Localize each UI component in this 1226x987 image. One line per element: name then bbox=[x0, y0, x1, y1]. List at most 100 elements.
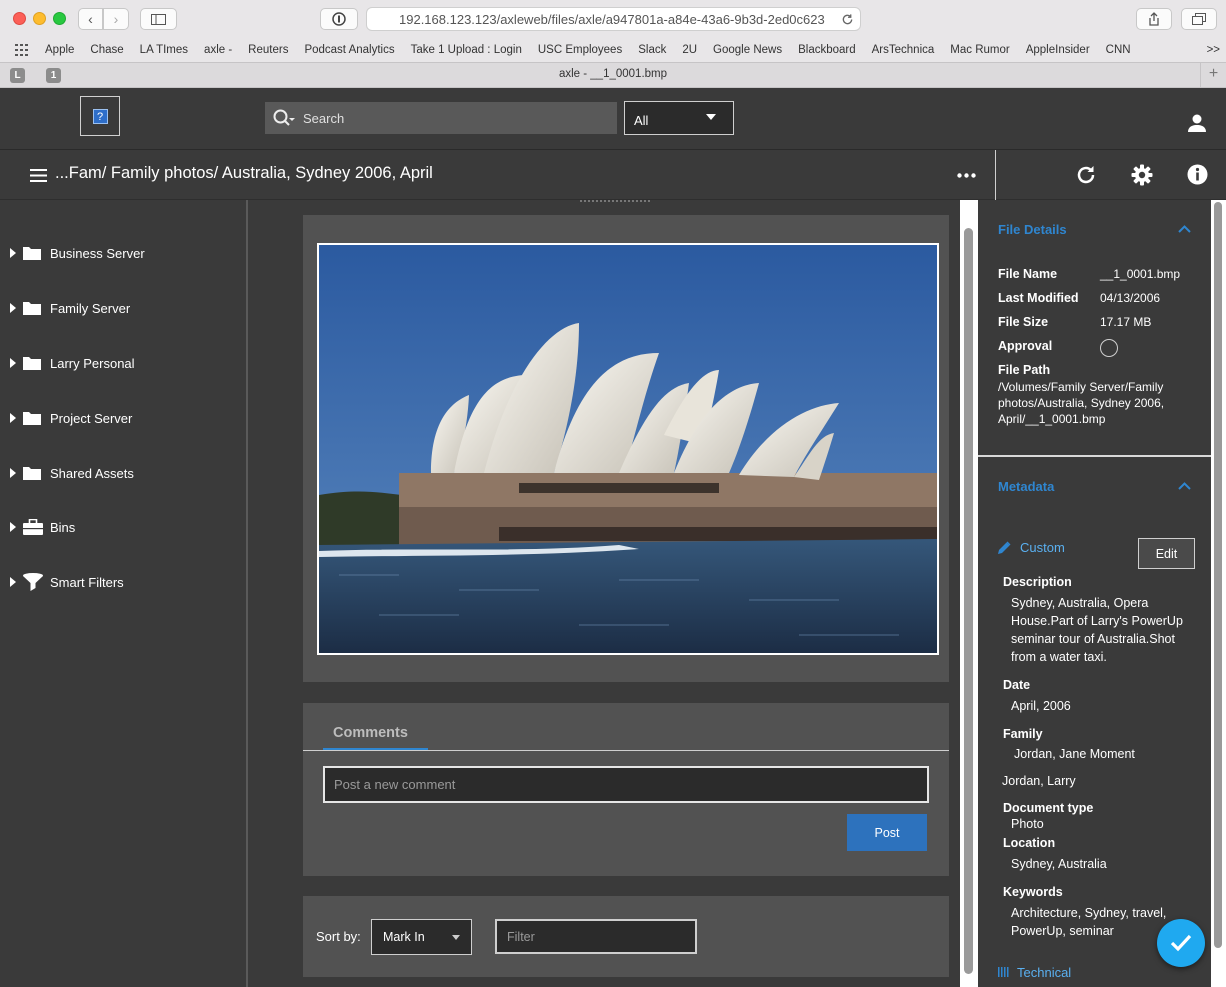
comment-input[interactable]: Post a new comment bbox=[323, 766, 929, 803]
sidebar: Business Server Family Server Larry Pers… bbox=[0, 200, 248, 987]
bookmark-2u[interactable]: 2U bbox=[682, 44, 697, 56]
bookmark-blackboard[interactable]: Blackboard bbox=[798, 44, 856, 56]
sidebar-item-family-server[interactable]: Family Server bbox=[0, 296, 240, 320]
grid-icon[interactable] bbox=[15, 44, 31, 56]
minimize-window-button[interactable] bbox=[33, 12, 46, 25]
expand-caret-icon[interactable] bbox=[10, 303, 16, 313]
metadata-title[interactable]: Metadata bbox=[998, 479, 1054, 494]
bookmark-slack[interactable]: Slack bbox=[638, 44, 666, 56]
sidebar-item-bins[interactable]: Bins bbox=[0, 515, 240, 539]
comment-input-placeholder: Post a new comment bbox=[334, 777, 456, 792]
bookmark-latimes[interactable]: LA TImes bbox=[140, 44, 188, 56]
main-scrollbar[interactable] bbox=[960, 200, 978, 987]
date-label: Date bbox=[1003, 678, 1031, 692]
expand-caret-icon[interactable] bbox=[10, 358, 16, 368]
folder-icon bbox=[23, 467, 41, 480]
post-button[interactable]: Post bbox=[847, 814, 927, 851]
close-window-button[interactable] bbox=[13, 12, 26, 25]
tabs-icon bbox=[1192, 13, 1206, 25]
user-icon[interactable] bbox=[1187, 114, 1207, 132]
refresh-icon[interactable] bbox=[1075, 164, 1097, 186]
approval-toggle[interactable] bbox=[1100, 339, 1118, 357]
info-icon[interactable] bbox=[1187, 164, 1208, 185]
main-scrollbar-thumb[interactable] bbox=[964, 228, 973, 974]
filter-input[interactable]: Filter bbox=[495, 919, 697, 954]
expand-caret-icon[interactable] bbox=[10, 248, 16, 258]
bookmark-cnn[interactable]: CNN bbox=[1106, 44, 1131, 56]
expand-caret-icon[interactable] bbox=[10, 522, 16, 532]
bookmark-chase[interactable]: Chase bbox=[90, 44, 123, 56]
gear-icon[interactable] bbox=[1131, 164, 1153, 186]
sort-select[interactable]: Mark In bbox=[371, 919, 472, 955]
tab-comments[interactable]: Comments bbox=[323, 723, 428, 750]
comments-divider bbox=[303, 750, 949, 751]
sidebar-item-business-server[interactable]: Business Server bbox=[0, 241, 240, 265]
search-scope-select[interactable]: All bbox=[624, 101, 734, 135]
file-details-title[interactable]: File Details bbox=[998, 222, 1067, 237]
bookmarks-more[interactable]: >> bbox=[1207, 44, 1220, 56]
breadcrumb: ...Fam/ Family photos/ Australia, Sydney… bbox=[55, 164, 433, 182]
new-tab-button[interactable]: + bbox=[1200, 63, 1226, 87]
sidebar-toggle-button[interactable] bbox=[140, 8, 177, 30]
bookmarks-bar: Apple Chase LA TImes axle - Reuters Podc… bbox=[0, 40, 1226, 60]
back-button[interactable]: ‹ bbox=[78, 8, 103, 30]
url-text: 192.168.123.123/axleweb/files/axle/a9478… bbox=[399, 11, 825, 27]
app-logo[interactable]: ? bbox=[80, 96, 120, 136]
technical-label[interactable]: Technical bbox=[1017, 965, 1071, 980]
expand-caret-icon[interactable] bbox=[10, 577, 16, 587]
location-label: Location bbox=[1003, 836, 1056, 850]
edit-button-label: Edit bbox=[1155, 546, 1178, 561]
bookmark-macrumor[interactable]: Mac Rumor bbox=[950, 44, 1009, 56]
edit-button[interactable]: Edit bbox=[1138, 538, 1195, 569]
expand-caret-icon[interactable] bbox=[10, 413, 16, 423]
search-box[interactable]: Search bbox=[265, 102, 617, 134]
bookmark-google-news[interactable]: Google News bbox=[713, 44, 782, 56]
search-scope-value: All bbox=[634, 112, 649, 128]
details-scrollbar[interactable] bbox=[1211, 200, 1226, 987]
approve-fab-button[interactable] bbox=[1157, 919, 1205, 967]
sidebar-item-shared-assets[interactable]: Shared Assets bbox=[0, 461, 240, 485]
hamburger-menu-icon[interactable] bbox=[30, 169, 47, 182]
bookmark-take1[interactable]: Take 1 Upload : Login bbox=[411, 44, 522, 56]
bars-icon bbox=[998, 967, 1009, 977]
chevron-left-icon: ‹ bbox=[88, 11, 93, 27]
bookmark-usc[interactable]: USC Employees bbox=[538, 44, 622, 56]
search-input[interactable]: Search bbox=[303, 111, 344, 126]
forward-button[interactable]: › bbox=[103, 8, 129, 30]
more-options-icon[interactable] bbox=[957, 173, 976, 178]
url-bar[interactable]: 192.168.123.123/axleweb/files/axle/a9478… bbox=[366, 7, 861, 31]
bookmark-apple[interactable]: Apple bbox=[45, 44, 74, 56]
file-name-value: __1_0001.bmp bbox=[1100, 267, 1181, 281]
bookmark-reuters[interactable]: Reuters bbox=[248, 44, 288, 56]
bookmark-axle[interactable]: axle - bbox=[204, 44, 232, 56]
bookmark-podcast-analytics[interactable]: Podcast Analytics bbox=[304, 44, 394, 56]
sidebar-item-label: Larry Personal bbox=[50, 355, 135, 371]
caret-down-icon bbox=[452, 935, 460, 940]
privacy-report-button[interactable] bbox=[320, 8, 358, 30]
bookmark-arstechnica[interactable]: ArsTechnica bbox=[872, 44, 935, 56]
active-tab-title[interactable]: axle - __1_0001.bmp bbox=[0, 68, 1226, 80]
comments-panel: Comments Post a new comment Post bbox=[303, 703, 949, 876]
sidebar-item-project-server[interactable]: Project Server bbox=[0, 406, 240, 430]
family-value-1: Jordan, Jane Moment bbox=[1014, 747, 1135, 761]
share-button[interactable] bbox=[1136, 8, 1172, 30]
post-button-label: Post bbox=[874, 825, 900, 840]
reload-icon[interactable] bbox=[841, 13, 854, 26]
browser-chrome: ‹ › 192.168.123.123/axleweb/files/axle/a… bbox=[0, 0, 1226, 88]
bookmark-appleinsider[interactable]: AppleInsider bbox=[1026, 44, 1090, 56]
chevron-up-icon[interactable] bbox=[1178, 225, 1191, 233]
details-scrollbar-thumb[interactable] bbox=[1214, 202, 1222, 948]
description-label: Description bbox=[1003, 575, 1072, 589]
photo-preview[interactable] bbox=[317, 243, 939, 655]
tab-overview-button[interactable] bbox=[1181, 8, 1217, 30]
folder-icon bbox=[23, 357, 41, 370]
custom-label[interactable]: Custom bbox=[1020, 540, 1065, 555]
keywords-label: Keywords bbox=[1003, 885, 1063, 899]
expand-caret-icon[interactable] bbox=[10, 468, 16, 478]
sidebar-item-larry-personal[interactable]: Larry Personal bbox=[0, 351, 240, 375]
chevron-up-icon[interactable] bbox=[1178, 482, 1191, 490]
sidebar-item-label: Smart Filters bbox=[50, 574, 124, 590]
maximize-window-button[interactable] bbox=[53, 12, 66, 25]
description-value: Sydney, Australia, Opera House.Part of L… bbox=[1011, 596, 1183, 664]
sidebar-item-smart-filters[interactable]: Smart Filters bbox=[0, 570, 240, 594]
